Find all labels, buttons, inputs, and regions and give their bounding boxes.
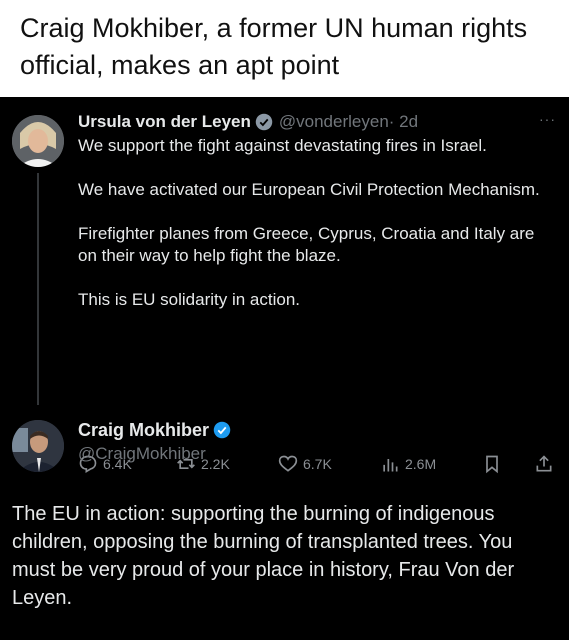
verified-badge-icon [213, 421, 231, 439]
tweet-time: · 2d [388, 112, 419, 131]
tweet-panel: Ursula von der Leyen @vonderleyen · 2d ·… [0, 97, 569, 640]
bookmark-button[interactable] [482, 454, 507, 474]
author-handle[interactable]: @vonderleyen [279, 111, 389, 133]
more-options-icon[interactable]: ··· [539, 111, 556, 127]
author-name[interactable]: Craig Mokhiber [78, 419, 209, 441]
avatar-craigmokhiber[interactable] [12, 420, 64, 472]
avatar-vonderleyen[interactable] [12, 115, 64, 167]
tweet-body: We support the fight against devastating… [78, 136, 540, 309]
like-count: 6.7K [303, 456, 332, 472]
tweet-body: The EU in action: supporting the burning… [12, 503, 515, 609]
share-button[interactable] [534, 454, 559, 474]
like-icon [278, 455, 298, 472]
like-button[interactable]: 6.7K [278, 454, 332, 474]
views-count: 2.6M [405, 456, 437, 472]
bookmark-icon [486, 455, 498, 474]
verified-badge-icon [255, 113, 273, 131]
views-button[interactable]: 2.6M [380, 454, 436, 474]
tweet-craigmokhiber[interactable]: Craig Mokhiber @CraigMokhiber [78, 419, 237, 464]
author-name[interactable]: Ursula von der Leyen [78, 111, 251, 133]
caption: Craig Mokhiber, a former UN human rights… [0, 0, 569, 97]
author-handle[interactable]: @CraigMokhiber [78, 444, 237, 464]
tweet-vonderleyen[interactable]: Ursula von der Leyen @vonderleyen · 2d ·… [78, 111, 556, 474]
views-icon [383, 459, 398, 472]
share-icon [536, 455, 552, 472]
thread-line [37, 173, 39, 405]
